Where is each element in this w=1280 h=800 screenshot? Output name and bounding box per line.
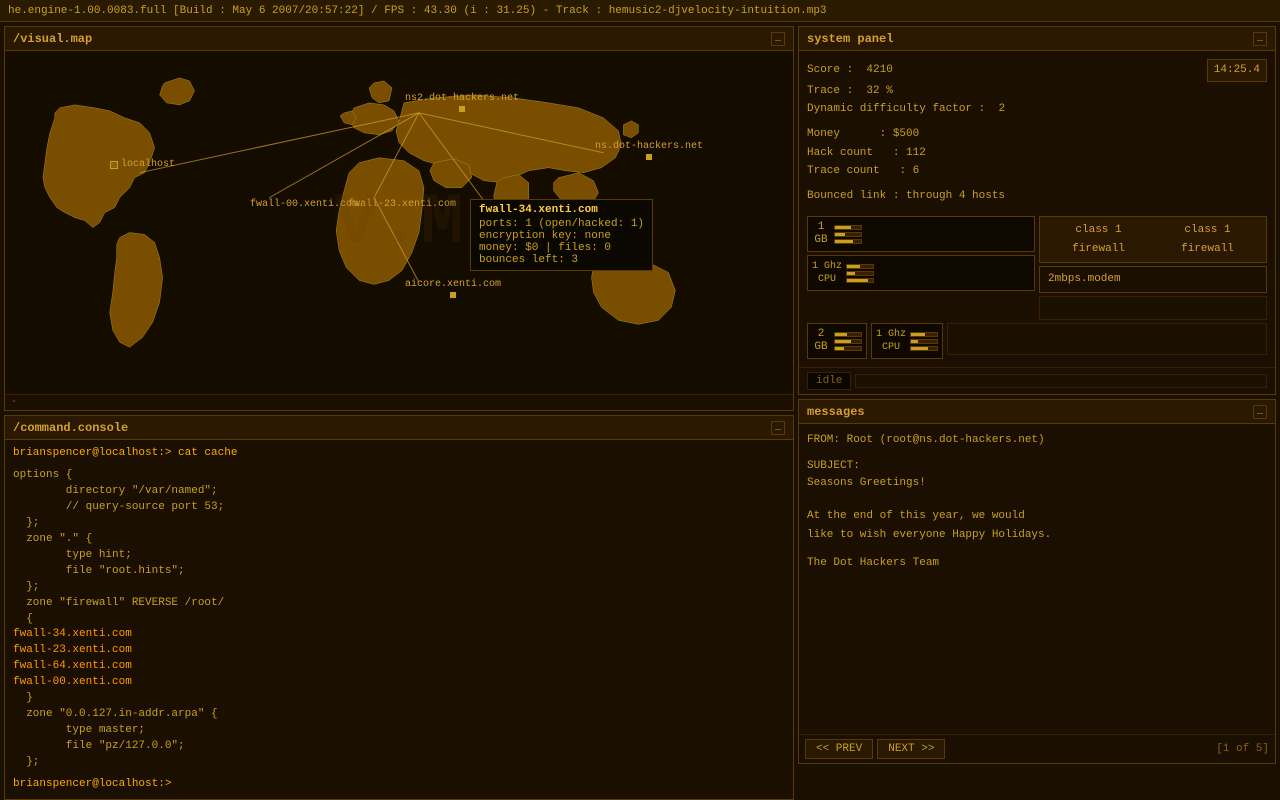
- ns-label: ns.dot-hackers.net: [595, 141, 703, 152]
- status-idle: idle: [807, 372, 851, 390]
- ns2-label: ns2.dot-hackers.net: [405, 93, 519, 104]
- console-fwall00: fwall-00.xenti.com: [13, 675, 785, 691]
- trace-label: Trace :: [807, 85, 853, 97]
- trace-count-value: : 6: [899, 165, 919, 177]
- hw-slot3: [1039, 296, 1267, 320]
- fwall23-label: fwall-23.xenti.com: [348, 199, 456, 210]
- modem-button[interactable]: 2mbps.modem: [1039, 266, 1267, 293]
- node-ns: ns.dot-hackers.net: [595, 141, 703, 160]
- time-display: 14:25.4: [1207, 59, 1267, 82]
- system-panel: system panel _ Score : 4210 14:25.4 Trac…: [798, 26, 1276, 395]
- bounced-label: Bounced link : through 4 hosts: [807, 190, 1005, 202]
- msg-from: FROM: Root (root@ns.dot-hackers.net): [807, 432, 1267, 450]
- hw-right: class 1 firewallclass 1 firewall 2mbps.m…: [1039, 216, 1267, 320]
- tooltip-bounces: bounces left: 3: [479, 254, 644, 266]
- titlebar: he.engine-1.00.0083.full [Build : May 6 …: [0, 0, 1280, 22]
- console-prompt2: brianspencer@localhost:>: [13, 777, 785, 793]
- hw-cpu2: 1 GhzCPU: [871, 323, 943, 359]
- hw-cpu1: 1 GhzCPU: [807, 255, 1035, 291]
- console-prompt1: brianspencer@localhost:> cat cache: [13, 446, 785, 462]
- messages-title: messages: [807, 405, 865, 419]
- difficulty-label: Dynamic difficulty factor :: [807, 103, 985, 115]
- console-title: /command.console: [13, 421, 128, 435]
- console-fwall34: fwall-34.xenti.com: [13, 627, 785, 643]
- node-localhost: localhost: [110, 159, 175, 170]
- messages-content: FROM: Root (root@ns.dot-hackers.net) SUB…: [799, 424, 1275, 734]
- money-value: : $500: [880, 128, 920, 140]
- system-panel-title: system panel: [807, 32, 893, 46]
- console-minimize[interactable]: _: [771, 421, 785, 435]
- map-footer: -: [5, 394, 793, 410]
- tooltip-money: money: $0 | files: 0: [479, 242, 644, 254]
- system-panel-minimize[interactable]: _: [1253, 32, 1267, 46]
- hw-ram1: 1GB: [807, 216, 1035, 252]
- hw-ram2: 2GB: [807, 323, 867, 359]
- hw-bottom-row: 2GB 1 GhzCPU: [807, 323, 1267, 359]
- visual-map-header: /visual.map _: [5, 27, 793, 51]
- messages-header: messages _: [799, 400, 1275, 424]
- tooltip-encryption: encryption key: none: [479, 230, 644, 242]
- trace-value: 32 %: [866, 85, 892, 97]
- world-map-svg: [5, 51, 793, 394]
- fwall00-label: fwall-00.xenti.com: [250, 199, 358, 210]
- messages-minimize[interactable]: _: [1253, 405, 1267, 419]
- titlebar-text: he.engine-1.00.0083.full [Build : May 6 …: [8, 5, 827, 17]
- node-fwall00: fwall-00.xenti.com: [250, 199, 358, 210]
- visual-map-minimize[interactable]: _: [771, 32, 785, 46]
- msg-page: [1 of 5]: [1216, 743, 1269, 755]
- localhost-label: localhost: [121, 159, 175, 170]
- status-bar: idle: [799, 367, 1275, 394]
- messages-panel: messages _ FROM: Root (root@ns.dot-hacke…: [798, 399, 1276, 764]
- system-content: Score : 4210 14:25.4 Trace : 32 % Dynami…: [799, 51, 1275, 367]
- console-body: options { directory "/var/named"; // que…: [13, 468, 785, 771]
- system-panel-header: system panel _: [799, 27, 1275, 51]
- map-content: localhost ns2.dot-hackers.net ns.dot-hac…: [5, 51, 793, 394]
- aicore-label: aicore.xenti.com: [405, 279, 501, 290]
- hw-left: 1GB 1 GhzCPU: [807, 216, 1035, 320]
- messages-footer: << PREV NEXT >> [1 of 5]: [799, 734, 1275, 763]
- difficulty-value: 2: [998, 103, 1005, 115]
- hw-cpu1-bars: [846, 264, 874, 283]
- hack-value: : 112: [893, 147, 926, 159]
- hack-label: Hack count: [807, 147, 873, 159]
- msg-subject: Seasons Greetings!: [807, 475, 1267, 493]
- msg-subject-label: SUBJECT:: [807, 458, 1267, 476]
- tooltip-ports: ports: 1 (open/hacked: 1): [479, 218, 644, 230]
- map-tooltip: fwall-34.xenti.com ports: 1 (open/hacked…: [470, 199, 653, 271]
- node-ns2: ns2.dot-hackers.net: [405, 93, 519, 112]
- console-fwall64: fwall-64.xenti.com: [13, 659, 785, 675]
- hw-slot4: [947, 323, 1267, 355]
- node-fwall23: fwall-23.xenti.com: [348, 199, 456, 210]
- money-label: Money: [807, 128, 840, 140]
- map-footer-text: -: [11, 397, 787, 408]
- console-header: /command.console _: [5, 416, 793, 440]
- hardware-section: 1GB 1 GhzCPU: [807, 216, 1267, 320]
- console-fwall23: fwall-23.xenti.com: [13, 643, 785, 659]
- score-label: Score :: [807, 64, 853, 76]
- hw-ram1-bars: [834, 225, 862, 244]
- prev-button[interactable]: << PREV: [805, 739, 873, 759]
- trace-count-label: Trace count: [807, 165, 880, 177]
- status-progress-bar: [855, 374, 1267, 388]
- console-panel: /command.console _ brianspencer@localhos…: [4, 415, 794, 800]
- visual-map-panel: /visual.map _: [4, 26, 794, 411]
- firewall-button[interactable]: class 1 firewallclass 1 firewall: [1039, 216, 1267, 263]
- score-value: 4210: [866, 64, 892, 76]
- console-content: brianspencer@localhost:> cat cache optio…: [5, 440, 793, 799]
- tooltip-title: fwall-34.xenti.com: [479, 204, 644, 216]
- node-aicore: aicore.xenti.com: [405, 279, 501, 298]
- visual-map-title: /visual.map: [13, 32, 92, 46]
- msg-body: At the end of this year, we would like t…: [807, 507, 1267, 573]
- next-button[interactable]: NEXT >>: [877, 739, 945, 759]
